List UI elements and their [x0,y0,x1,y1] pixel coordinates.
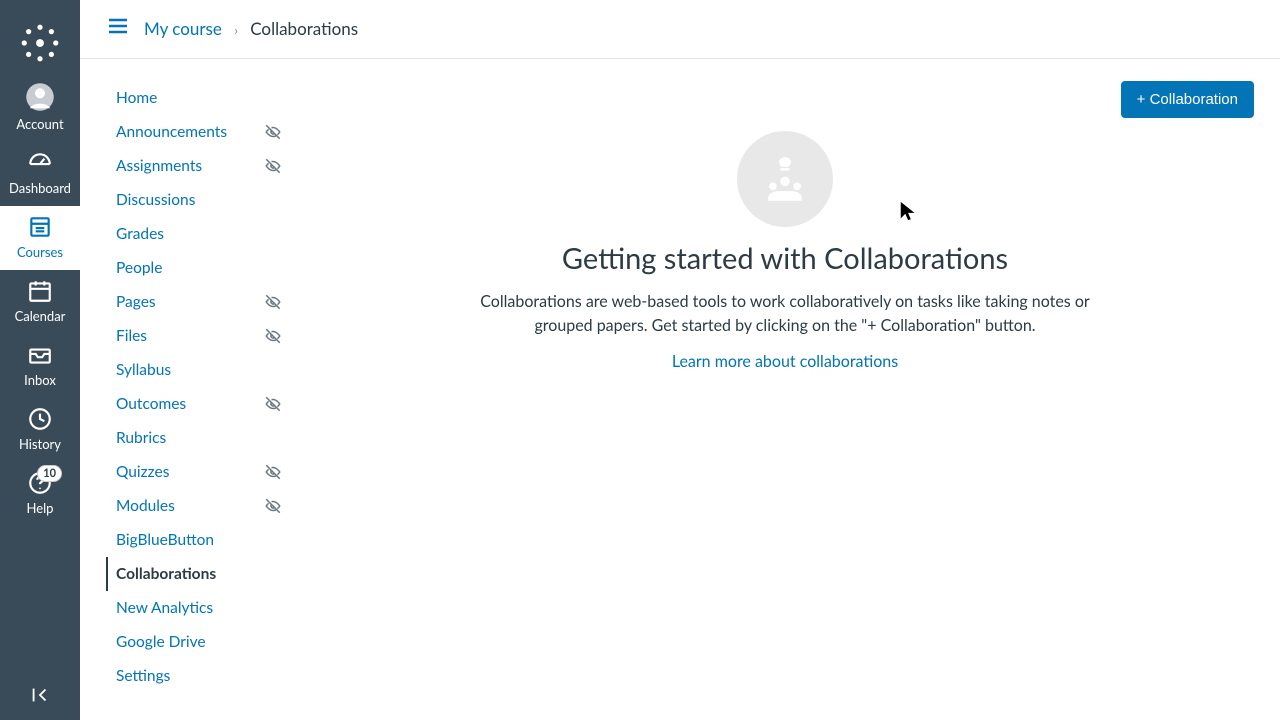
nav-label: Calendar [0,308,80,324]
coursenav-item-syllabus[interactable]: Syllabus [106,353,286,387]
coursenav-label: Pages [116,293,156,311]
topbar: My course › Collaborations [80,0,1280,59]
nav-label: Help [0,500,80,516]
nav-account[interactable]: Account [0,74,80,142]
coursenav-item-files[interactable]: Files [106,319,286,353]
nav-label: Inbox [0,372,80,388]
nav-calendar[interactable]: Calendar [0,270,80,334]
content-area: + Collaboration [286,81,1254,720]
hidden-eye-icon [264,327,282,345]
coursenav-label: Outcomes [116,395,186,413]
add-collaboration-button[interactable]: + Collaboration [1121,81,1254,118]
nav-inbox[interactable]: Inbox [0,334,80,398]
coursenav-label: Announcements [116,123,227,141]
coursenav-label: Discussions [116,191,195,209]
hidden-eye-icon [264,123,282,141]
breadcrumb-current: Collaborations [250,18,358,39]
empty-body: Collaborations are web-based tools to wo… [475,290,1095,338]
coursenav-label: Modules [116,497,175,515]
calendar-icon [0,278,80,304]
nav-history[interactable]: History [0,398,80,462]
coursenav-label: Settings [116,667,170,685]
hidden-eye-icon [264,157,282,175]
hamburger-menu-icon[interactable] [106,14,130,42]
nav-label: Courses [0,244,80,260]
coursenav-label: People [116,259,162,277]
learn-more-link[interactable]: Learn more about collaborations [672,352,898,371]
coursenav-label: Assignments [116,157,202,175]
coursenav-label: Rubrics [116,429,166,447]
coursenav-label: Home [116,89,157,107]
coursenav-item-discussions[interactable]: Discussions [106,183,286,217]
history-icon [0,406,80,432]
breadcrumb-course-link[interactable]: My course [144,18,222,39]
coursenav-label: Quizzes [116,463,169,481]
coursenav-item-google-drive[interactable]: Google Drive [106,625,286,659]
coursenav-label: Syllabus [116,361,171,379]
courses-icon [0,214,80,240]
dashboard-icon [0,150,80,176]
coursenav-item-new-analytics[interactable]: New Analytics [106,591,286,625]
nav-label: Account [0,116,80,132]
coursenav-item-grades[interactable]: Grades [106,217,286,251]
coursenav-item-collaborations[interactable]: Collaborations [106,557,286,591]
coursenav-item-rubrics[interactable]: Rubrics [106,421,286,455]
hidden-eye-icon [264,395,282,413]
hidden-eye-icon [264,293,282,311]
coursenav-item-outcomes[interactable]: Outcomes [106,387,286,421]
global-nav: Account Dashboard Courses Calendar Inbox [0,0,80,720]
coursenav-label: Google Drive [116,633,206,651]
help-badge: 10 [37,465,62,482]
nav-label: Dashboard [0,180,80,196]
nav-help[interactable]: 10 Help [0,462,80,526]
chevron-right-icon: › [234,22,238,38]
empty-heading: Getting started with Collaborations [475,241,1095,276]
coursenav-label: Files [116,327,147,345]
coursenav-label: BigBlueButton [116,531,214,549]
course-nav: Home Announcements Assignments Discussions G… [106,81,286,720]
coursenav-label: New Analytics [116,599,213,617]
nav-courses[interactable]: Courses [0,206,80,270]
coursenav-item-bigbluebutton[interactable]: BigBlueButton [106,523,286,557]
coursenav-item-pages[interactable]: Pages [106,285,286,319]
nav-dashboard[interactable]: Dashboard [0,142,80,206]
coursenav-item-announcements[interactable]: Announcements [106,115,286,149]
hidden-eye-icon [264,463,282,481]
empty-state: Getting started with Collaborations Coll… [475,131,1095,371]
coursenav-item-home[interactable]: Home [106,81,286,115]
breadcrumb: My course › Collaborations [144,18,358,39]
collaboration-empty-icon [737,131,833,227]
coursenav-item-quizzes[interactable]: Quizzes [106,455,286,489]
coursenav-label: Grades [116,225,164,243]
coursenav-item-settings[interactable]: Settings [106,659,286,693]
user-avatar-icon [0,82,80,112]
inbox-icon [0,342,80,368]
hidden-eye-icon [264,497,282,515]
canvas-logo[interactable] [15,18,65,68]
coursenav-item-modules[interactable]: Modules [106,489,286,523]
coursenav-item-assignments[interactable]: Assignments [106,149,286,183]
coursenav-label: Collaborations [116,565,216,583]
nav-label: History [0,436,80,452]
coursenav-item-people[interactable]: People [106,251,286,285]
collapse-nav-button[interactable] [0,674,80,720]
